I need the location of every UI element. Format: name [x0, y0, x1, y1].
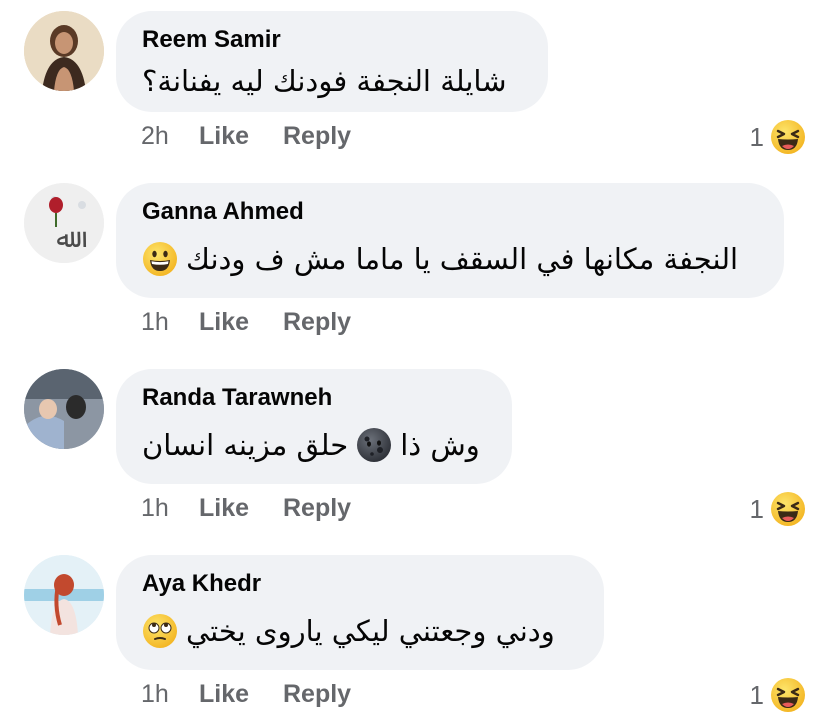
comment-text-part: وش ذا [400, 428, 480, 462]
comment-text-content: ودني وجعتني ليكي ياروى يختي [186, 614, 555, 648]
comment-text: النجفة مكانها في السقف يا ماما مش ف ودنك [142, 237, 758, 281]
rolling-eyes-face-icon [143, 614, 177, 648]
like-button[interactable]: Like [199, 308, 283, 337]
comment-time[interactable]: 1h [141, 680, 199, 709]
comment-text-part: حلق مزينه انسان [142, 428, 349, 462]
comment-time[interactable]: 1h [141, 308, 199, 337]
reply-button[interactable]: Reply [283, 680, 351, 709]
comment-meta: 1h Like Reply [141, 494, 351, 523]
comment-bubble: Ganna Ahmed النجفة مكانها في السقف يا ما… [116, 183, 784, 298]
comment-author[interactable]: Reem Samir [142, 25, 522, 55]
comment-time[interactable]: 1h [141, 494, 199, 523]
laughing-face-icon [771, 678, 805, 712]
reply-button[interactable]: Reply [283, 308, 351, 337]
comment-bubble: Reem Samir شايلة النجفة فودنك ليه يفنانة… [116, 11, 548, 112]
comment-meta: 1h Like Reply [141, 680, 351, 709]
comment-text: شايلة النجفة فودنك ليه يفنانة؟ [142, 59, 522, 103]
avatar[interactable] [24, 369, 104, 449]
laughing-face-icon [771, 120, 805, 154]
comment-text: ودني وجعتني ليكي ياروى يختي [142, 609, 578, 653]
new-moon-face-icon [357, 428, 392, 462]
avatar[interactable]: ﷲ [24, 183, 104, 263]
like-button[interactable]: Like [199, 494, 283, 523]
like-button[interactable]: Like [199, 122, 283, 151]
comment-bubble: Randa Tarawneh وش ذا حلق مزينه انسان [116, 369, 512, 484]
comment-author[interactable]: Aya Khedr [142, 569, 578, 599]
reaction-summary[interactable]: 1 [750, 677, 806, 713]
reaction-summary[interactable]: 1 [750, 119, 806, 155]
reply-button[interactable]: Reply [283, 122, 351, 151]
reaction-summary[interactable]: 1 [750, 491, 806, 527]
comment-text-content: النجفة مكانها في السقف يا ماما مش ف ودنك [186, 242, 739, 276]
comment-bubble: Aya Khedr ودني وجعتني ليكي ياروى يختي [116, 555, 604, 670]
comment-text-content: شايلة النجفة فودنك ليه يفنانة؟ [142, 64, 507, 98]
reaction-count: 1 [749, 493, 764, 524]
like-button[interactable]: Like [199, 680, 283, 709]
grinning-face-icon [143, 242, 177, 276]
comment-meta: 2h Like Reply [141, 122, 351, 151]
comment-author[interactable]: Ganna Ahmed [142, 197, 758, 227]
comment-author[interactable]: Randa Tarawneh [142, 383, 486, 413]
comment-meta: 1h Like Reply [141, 308, 351, 337]
comment-time[interactable]: 2h [141, 122, 199, 151]
avatar[interactable] [24, 555, 104, 635]
avatar[interactable] [24, 11, 104, 91]
laughing-face-icon [771, 492, 805, 526]
comment-text: وش ذا حلق مزينه انسان [142, 423, 486, 467]
reaction-count: 1 [749, 121, 764, 152]
reply-button[interactable]: Reply [283, 494, 351, 523]
reaction-count: 1 [749, 679, 764, 710]
